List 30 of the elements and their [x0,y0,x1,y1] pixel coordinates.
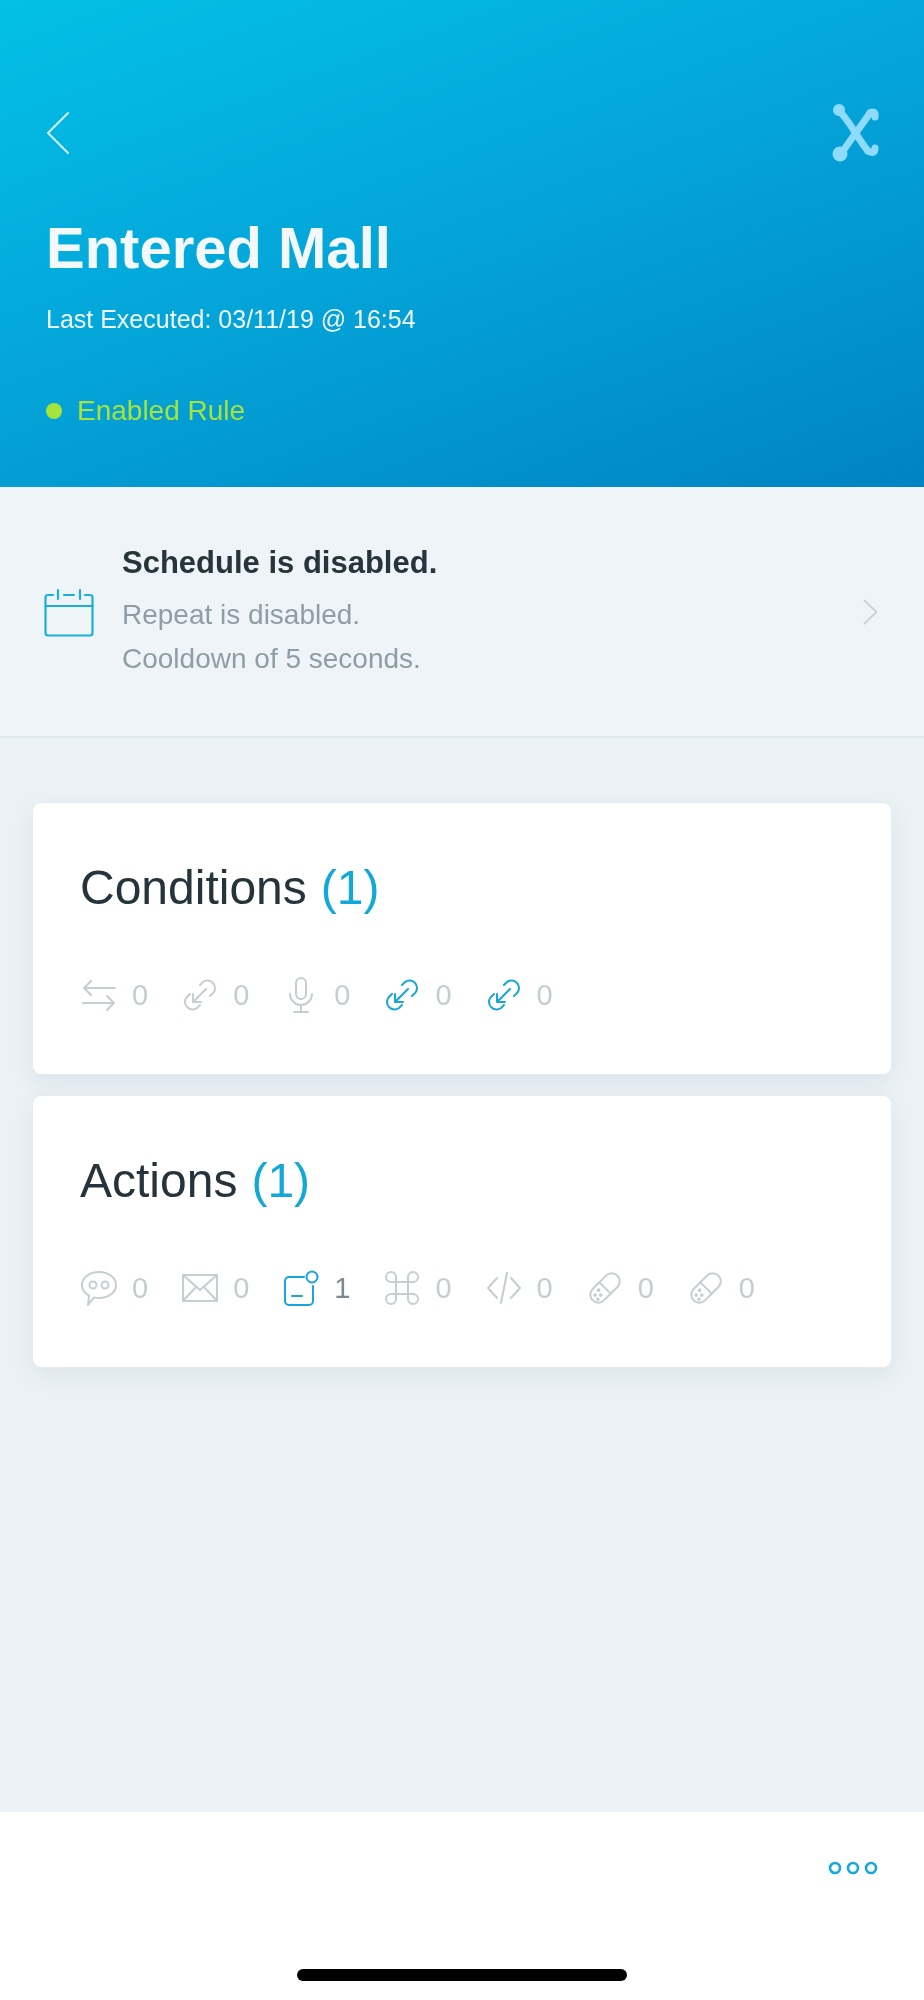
card-title: Conditions [80,860,307,916]
back-button[interactable] [46,110,70,155]
item-count: 0 [435,1271,452,1305]
back-chevron-icon [46,110,70,155]
rule-title: Entered Mall [46,215,392,281]
status-label: Enabled Rule [77,394,246,428]
section-card[interactable]: Actions (1) 0 0 1 0 0 0 0 [33,1096,891,1367]
card-count: (1) [251,1153,311,1209]
item-count: 1 [334,1271,351,1305]
schedule-detail: Repeat is disabled. [122,597,362,632]
schedule-detail: Cooldown of 5 seconds. [122,641,422,676]
item-count: 0 [132,1271,149,1305]
schedule-title: Schedule is disabled. [122,543,439,582]
item-count: 0 [738,1271,755,1305]
section-card[interactable]: Conditions (1) 0 0 0 0 0 [33,803,891,1074]
item-count: 0 [536,978,553,1012]
chevron-right-icon [863,598,878,625]
item-count: 0 [334,978,351,1012]
last-executed-text: Last Executed: 03/11/19 @ 16:54 [46,304,417,335]
calendar-icon [44,586,94,637]
item-count: 0 [233,978,250,1012]
item-count: 0 [435,978,452,1012]
item-count: 0 [233,1271,250,1305]
item-count: 0 [536,1271,553,1305]
more-icon [828,1861,878,1875]
card-count: (1) [320,860,380,916]
card-title: Actions [80,1153,238,1209]
item-count: 0 [132,978,149,1012]
item-count: 0 [637,1271,654,1305]
logo-icon [831,102,880,163]
